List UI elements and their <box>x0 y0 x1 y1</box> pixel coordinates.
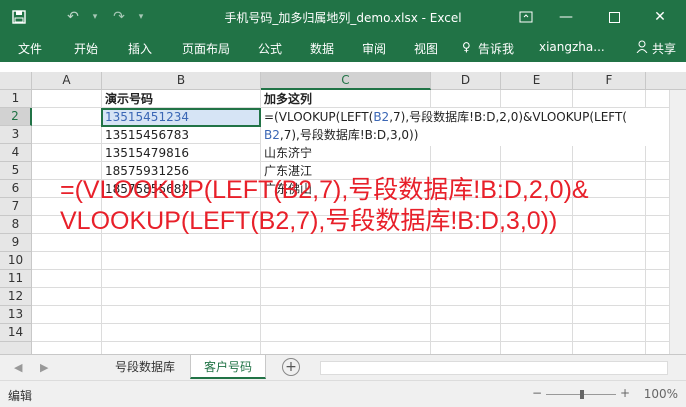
share-button[interactable]: 共享 <box>636 38 676 58</box>
tab-insert[interactable]: 插入 <box>128 40 152 57</box>
tab-view[interactable]: 视图 <box>414 40 438 57</box>
user-account[interactable]: xiangzha... <box>539 40 605 54</box>
lightbulb-icon: ♀ <box>462 40 471 54</box>
cell-b2[interactable]: 13515451234 <box>102 108 189 126</box>
row-header-1[interactable]: 1 <box>0 90 32 108</box>
formula-part: =(VLOOKUP(LEFT( <box>264 110 374 124</box>
tell-me-search[interactable]: 告诉我 <box>478 40 514 57</box>
add-sheet-icon[interactable]: + <box>282 358 300 376</box>
tab-review[interactable]: 审阅 <box>362 40 386 57</box>
title-bar: ↶ ▾ ↷ ▾ 手机号码_加多归属地列_demo.xlsx - Excel — … <box>0 0 686 34</box>
tab-home[interactable]: 开始 <box>74 40 98 57</box>
sheet-tab-segment-database[interactable]: 号段数据库 <box>104 355 186 379</box>
gridline <box>32 323 686 324</box>
row-header-12[interactable]: 12 <box>0 288 32 306</box>
gridline <box>32 287 686 288</box>
tab-page-layout[interactable]: 页面布局 <box>182 40 230 57</box>
cell-b4[interactable]: 13515479816 <box>102 144 189 162</box>
close-button[interactable]: ✕ <box>640 0 680 34</box>
formula-part: ,7),号段数据库!B:D,2,0)&VLOOKUP(LEFT( <box>389 110 627 124</box>
column-header-f[interactable]: F <box>573 72 646 90</box>
gridline <box>32 305 686 306</box>
column-header-e[interactable]: E <box>501 72 573 90</box>
row-header-11[interactable]: 11 <box>0 270 32 288</box>
cell-c4[interactable]: 山东济宁 <box>261 144 312 162</box>
zoom-slider-knob[interactable] <box>580 390 584 399</box>
horizontal-scrollbar[interactable] <box>320 361 668 375</box>
row-header-9[interactable]: 9 <box>0 234 32 252</box>
gridline <box>32 269 686 270</box>
zoom-level[interactable]: 100% <box>644 387 678 401</box>
select-all-corner[interactable] <box>0 72 32 90</box>
row-header-2[interactable]: 2 <box>0 108 32 126</box>
row-header-6[interactable]: 6 <box>0 180 32 198</box>
gridline <box>32 251 686 252</box>
row-header-3[interactable]: 3 <box>0 126 32 144</box>
column-header-c[interactable]: C <box>261 72 431 90</box>
maximize-button[interactable] <box>594 0 634 34</box>
column-header-d[interactable]: D <box>431 72 501 90</box>
formula-bar-area <box>0 62 686 72</box>
tab-formulas[interactable]: 公式 <box>258 40 282 57</box>
minimize-button[interactable]: — <box>546 0 586 34</box>
zoom-in-icon[interactable]: + <box>620 386 630 400</box>
formula-ref: B2 <box>373 110 390 124</box>
sheet-tab-bar: ◀ ▶ 号段数据库 客户号码 + <box>0 354 686 380</box>
sheet-tab-customer-numbers[interactable]: 客户号码 <box>190 355 266 379</box>
scroll-sheets-left-icon[interactable]: ◀ <box>14 361 22 374</box>
column-header-g[interactable] <box>646 72 686 90</box>
annotation-line-1: =(VLOOKUP(LEFT(B2,7),号段数据库!B:D,2,0)& <box>60 176 589 204</box>
cell-b3[interactable]: 13515456783 <box>102 126 189 144</box>
ribbon-display-options-icon[interactable] <box>506 0 546 34</box>
tab-data[interactable]: 数据 <box>310 40 334 57</box>
ribbon-tabs: 文件 开始 插入 页面布局 公式 数据 审阅 视图 ♀ 告诉我 xiangzha… <box>0 34 686 62</box>
status-bar: 编辑 − + 100% <box>0 380 686 407</box>
cell-c1[interactable]: 加多这列 <box>261 90 312 108</box>
formula-part: ,7),号段数据库!B:D,3,0)) <box>279 128 419 142</box>
share-label: 共享 <box>651 41 676 56</box>
status-mode: 编辑 <box>8 389 33 403</box>
gridline <box>32 341 686 342</box>
row-header-10[interactable]: 10 <box>0 252 32 270</box>
row-header-14[interactable]: 14 <box>0 324 32 342</box>
column-header-b[interactable]: B <box>102 72 261 90</box>
column-header-a[interactable]: A <box>32 72 102 90</box>
person-icon <box>636 40 648 56</box>
cell-c2-formula-editor[interactable]: =(VLOOKUP(LEFT(B2,7),号段数据库!B:D,2,0)&VLOO… <box>261 108 686 146</box>
cell-b1[interactable]: 演示号码 <box>102 90 153 108</box>
annotation-line-2: VLOOKUP(LEFT(B2,7),号段数据库!B:D,3,0)) <box>60 207 558 235</box>
row-header-5[interactable]: 5 <box>0 162 32 180</box>
formula-annotation: =(VLOOKUP(LEFT(B2,7),号段数据库!B:D,2,0)& VLO… <box>60 175 680 237</box>
row-header-8[interactable]: 8 <box>0 216 32 234</box>
scroll-sheets-right-icon[interactable]: ▶ <box>40 361 48 374</box>
zoom-out-icon[interactable]: − <box>532 386 542 400</box>
formula-ref: B2 <box>264 128 280 142</box>
row-header-15[interactable] <box>0 342 32 354</box>
tab-file[interactable]: 文件 <box>18 40 42 57</box>
row-header-13[interactable]: 13 <box>0 306 32 324</box>
row-header-4[interactable]: 4 <box>0 144 32 162</box>
row-header-7[interactable]: 7 <box>0 198 32 216</box>
